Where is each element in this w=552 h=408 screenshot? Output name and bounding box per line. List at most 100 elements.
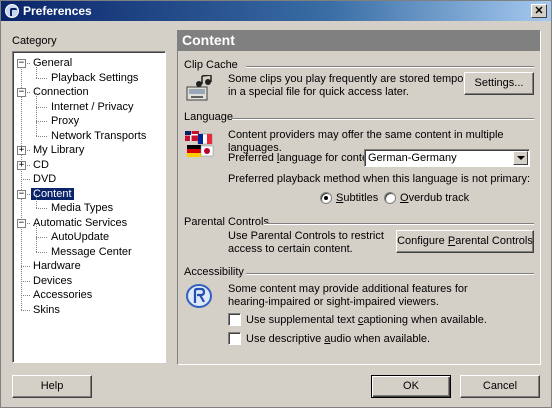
button-part: arental Controls: [455, 235, 533, 247]
parental-desc-2: access to certain content.: [228, 243, 353, 255]
language-title: Language: [184, 111, 233, 123]
tree-item-label: Hardware: [33, 260, 81, 272]
content-panel: Content Clip Cache Some clips you play f…: [177, 30, 541, 365]
dropdown-arrow-icon[interactable]: [513, 151, 528, 165]
preferred-language-label: Preferred language for content:: [228, 152, 380, 165]
expand-icon[interactable]: +: [17, 146, 26, 155]
close-button[interactable]: ✕: [531, 4, 547, 18]
tree-connector: [36, 194, 37, 208]
tree-item[interactable]: DVD: [31, 172, 58, 186]
parental-controls-title: Parental Controls: [184, 216, 269, 228]
cancel-button[interactable]: Cancel: [460, 375, 540, 398]
tree-item-label: Media Types: [51, 202, 114, 214]
overdub-radio[interactable]: [384, 192, 396, 204]
label-part: udio when available.: [330, 333, 431, 345]
captioning-checkbox[interactable]: [228, 313, 241, 326]
category-label: Category: [12, 35, 57, 47]
accessibility-desc-1: Some content may provide additional feat…: [228, 283, 468, 295]
tree-item[interactable]: Accessories: [31, 288, 94, 302]
tree-item[interactable]: CD: [31, 158, 51, 172]
tree-item[interactable]: Connection: [31, 85, 91, 99]
realplayer-icon: [5, 4, 19, 18]
tree-item[interactable]: Content: [30, 186, 75, 201]
tree-item[interactable]: Proxy: [49, 114, 81, 128]
tree-item[interactable]: My Library: [31, 143, 86, 157]
tree-item[interactable]: Skins: [31, 303, 62, 317]
title-bar[interactable]: Preferences ✕: [1, 1, 551, 21]
label-part: Preferred: [228, 152, 277, 164]
separator: [246, 273, 534, 275]
tree-connector: [36, 237, 37, 252]
tree-item[interactable]: Devices: [31, 274, 74, 288]
tree-connector: [36, 121, 37, 136]
tree-item[interactable]: Automatic Services: [31, 216, 129, 230]
tree-item-label: Message Center: [51, 245, 132, 258]
tree-connector: [21, 179, 30, 180]
tree-item-label: Network Transports: [51, 129, 147, 142]
ok-button[interactable]: OK: [371, 375, 451, 398]
expand-icon[interactable]: +: [17, 160, 26, 170]
tree-item-label: General: [33, 57, 73, 69]
mnemonic: O: [400, 192, 409, 204]
configure-parental-controls-button[interactable]: Configure Parental Controls: [396, 230, 534, 253]
tree-connector: [36, 106, 47, 108]
descriptive-audio-checkbox[interactable]: [228, 332, 241, 345]
tree-connector: [36, 135, 47, 137]
tree-item[interactable]: Message Center: [49, 245, 134, 259]
tree-item-label: DVD: [33, 173, 57, 185]
collapse-icon[interactable]: −: [17, 88, 26, 97]
tree-connector: [21, 309, 30, 311]
accessibility-logo-icon: [186, 284, 212, 308]
separator: [232, 118, 534, 120]
label-part: aptioning when available.: [363, 314, 487, 326]
label-part: ubtitles: [343, 192, 379, 204]
tree-item-label: Connection: [33, 86, 89, 98]
collapse-icon[interactable]: −: [17, 59, 26, 68]
tree-item[interactable]: Playback Settings: [49, 71, 140, 85]
window-title: Preferences: [23, 4, 92, 18]
tree-connector: [36, 77, 47, 79]
tree-connector: [21, 295, 30, 296]
tree-connector: [36, 208, 47, 209]
tree-item-label: Internet / Privacy: [51, 100, 134, 113]
tree-connector: [36, 107, 37, 121]
tree-item[interactable]: General: [31, 56, 74, 70]
separator: [246, 66, 534, 68]
tree-item-label: Content: [30, 186, 75, 201]
preferences-window: Preferences ✕ Category General − Playback …: [0, 0, 552, 408]
overdub-label[interactable]: Overdub track: [400, 192, 469, 205]
tree-item[interactable]: Hardware: [31, 259, 83, 273]
tree-connector: [36, 251, 47, 253]
button-part: Configure: [397, 235, 448, 247]
tree-connector: [36, 92, 37, 107]
category-tree[interactable]: General − Playback Settings Connection − Inte…: [12, 51, 166, 363]
tree-item-label: Accessories: [33, 289, 93, 301]
tree-item-label: Playback Settings: [51, 71, 139, 84]
collapse-icon[interactable]: −: [17, 189, 26, 199]
subtitles-label[interactable]: Subtitles: [336, 192, 378, 205]
clip-cache-title: Clip Cache: [184, 59, 238, 71]
subtitles-radio[interactable]: [320, 192, 332, 204]
preferred-language-value: German-Germany: [368, 152, 457, 164]
tree-item[interactable]: Internet / Privacy: [49, 100, 136, 114]
captioning-label[interactable]: Use supplemental text captioning when av…: [246, 314, 487, 327]
descriptive-audio-label[interactable]: Use descriptive audio when available.: [246, 333, 430, 346]
tree-connector: [36, 223, 37, 237]
tree-connector: [36, 63, 37, 78]
clip-cache-settings-button[interactable]: Settings...: [464, 72, 534, 95]
help-button[interactable]: Help: [12, 375, 92, 398]
tree-connector: [21, 280, 30, 282]
tree-item[interactable]: AutoUpdate: [49, 230, 111, 244]
accessibility-desc-2: hearing-impaired or sight-impaired viewe…: [228, 296, 439, 308]
clip-cache-desc-1: Some clips you play frequently are store…: [228, 73, 488, 85]
tree-connector: [36, 237, 47, 238]
tree-item-label: My Library: [33, 144, 85, 156]
collapse-icon[interactable]: −: [17, 218, 26, 228]
panel-title: Content: [178, 31, 540, 51]
tree-item-label: Skins: [33, 303, 60, 316]
tree-item[interactable]: Network Transports: [49, 129, 148, 143]
tree-item[interactable]: Media Types: [49, 201, 115, 215]
tree-item-label: Devices: [33, 274, 73, 287]
label-part: Use supplemental text: [246, 314, 358, 326]
preferred-language-select[interactable]: German-Germany: [364, 149, 530, 167]
